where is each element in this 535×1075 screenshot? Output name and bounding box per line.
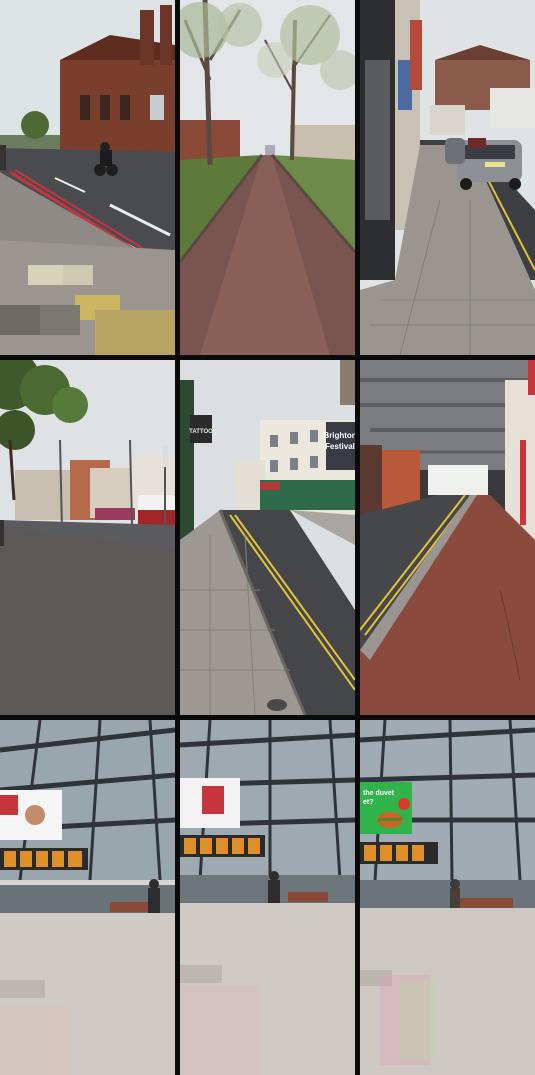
station-scene-3: the duvet et? — [360, 720, 535, 1075]
bench — [458, 898, 513, 908]
street-shops-scene: Brighton Festival TATTOO — [180, 360, 355, 715]
festival-line2: Festival — [325, 442, 355, 451]
underpass-scene — [360, 360, 535, 715]
street-bus-scene — [0, 360, 175, 715]
photo-street-shops: Brighton Festival TATTOO — [180, 360, 355, 715]
festival-line1: Brighton — [323, 431, 355, 440]
pavement — [0, 528, 175, 715]
barriers — [180, 875, 355, 903]
photo-tree-footpath — [180, 0, 355, 355]
advert-line1: the duvet — [363, 790, 395, 797]
tattoo-text: TATTOO — [189, 429, 213, 435]
photo-pavement-cars — [360, 0, 535, 355]
photo-station-concourse-3: the duvet et? — [360, 720, 535, 1075]
station-scene-2 — [180, 720, 355, 1075]
photo-street-bus — [0, 360, 175, 715]
pavement-cars-scene — [360, 0, 535, 355]
advert-line2: et? — [363, 799, 374, 806]
street-church-scene — [0, 0, 175, 355]
station-scene-1 — [0, 720, 175, 1075]
photo-street-church — [0, 0, 175, 355]
photo-bridge-underpass — [360, 360, 535, 715]
photo-station-concourse-2 — [180, 720, 355, 1075]
bench — [110, 902, 150, 912]
shopfront-left — [180, 380, 194, 545]
footpath-scene — [180, 0, 355, 355]
photo-station-concourse-1 — [0, 720, 175, 1075]
bench — [288, 892, 328, 902]
tunnel-opening — [428, 465, 488, 495]
photo-collage: Brighton Festival TATTOO the duvet et? — [0, 0, 535, 1075]
